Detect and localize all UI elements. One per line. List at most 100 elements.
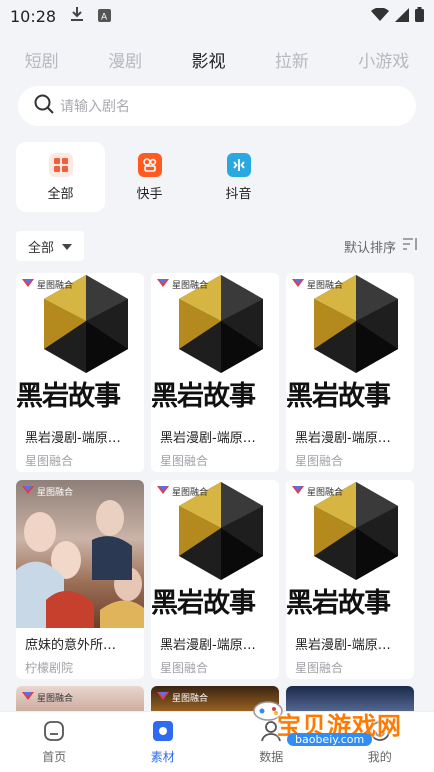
search-placeholder: 请输入剧名 <box>60 99 130 115</box>
card-cover: 星图融合 黑岩故事 <box>16 273 144 421</box>
content-card-peek[interactable] <box>286 686 414 714</box>
card-badge: 星图融合 <box>157 485 208 498</box>
platform-all-label: 全部 <box>47 186 74 202</box>
app-a-icon: A <box>98 7 112 26</box>
kuaishou-icon <box>137 152 162 177</box>
svg-text:A: A <box>101 12 108 22</box>
card-source: 星图融合 <box>25 454 74 468</box>
card-badge-label: 星图融合 <box>172 488 209 498</box>
category-tabs: 短剧 漫剧 影视 拉新 小游戏 <box>0 44 434 74</box>
status-time: 10:28 <box>10 6 57 26</box>
card-title: 黑岩漫剧-端原… <box>160 431 256 446</box>
card-cover: 星图融合 <box>16 480 144 628</box>
tab-film-tv[interactable]: 影视 <box>191 47 225 72</box>
card-badge-label: 星图融合 <box>307 281 344 291</box>
status-bar: 10:28 A <box>0 0 434 32</box>
caret-down-icon <box>62 239 73 254</box>
content-card[interactable]: 星图融合 黑岩故事 黑岩漫剧-端原… 星图融合 <box>286 273 414 472</box>
card-title: 黑岩漫剧-端原… <box>25 431 121 446</box>
card-badge: 星图融合 <box>157 691 208 704</box>
platform-all[interactable]: 全部 <box>16 142 105 212</box>
xingtu-logo-icon <box>22 486 34 497</box>
nav-home-label: 首页 <box>42 749 67 764</box>
search-bar[interactable]: 请输入剧名 <box>18 86 416 126</box>
bottom-nav: 首页 素材 数据 我的 <box>0 711 434 772</box>
card-title: 黑岩漫剧-端原… <box>295 638 391 653</box>
card-badge: 星图融合 <box>22 278 73 291</box>
tab-referral[interactable]: 拉新 <box>275 47 309 72</box>
xingtu-logo-icon <box>292 486 304 497</box>
card-title: 黑岩漫剧-端原… <box>295 431 391 446</box>
platform-kuaishou-label: 快手 <box>136 186 163 202</box>
card-source: 星图融合 <box>295 661 344 675</box>
xingtu-logo-icon <box>22 279 34 290</box>
home-icon <box>43 720 65 745</box>
card-cover-text: 黑岩故事 <box>151 381 256 412</box>
grid-icon <box>48 152 73 177</box>
sort-button[interactable]: 默认排序 <box>344 237 418 256</box>
search-icon <box>34 94 54 118</box>
nav-data[interactable]: 数据 <box>236 720 306 765</box>
content-card[interactable]: 星图融合 庶妹的意外所… 柠檬剧院 <box>16 480 144 679</box>
filter-label: 全部 <box>28 240 55 256</box>
nav-mine[interactable]: 我的 <box>345 720 415 765</box>
battery-icon <box>415 6 424 26</box>
drama-poster-image <box>16 500 144 628</box>
content-card-peek[interactable]: 星图融合 <box>151 686 279 714</box>
card-badge-label: 星图融合 <box>37 694 74 704</box>
wifi-icon <box>371 6 389 26</box>
platform-douyin[interactable]: 抖音 <box>194 142 283 212</box>
xingtu-logo-icon <box>22 692 34 703</box>
card-cover: 星图融合 黑岩故事 <box>151 273 279 421</box>
card-cover: 星图融合 黑岩故事 <box>151 480 279 628</box>
nav-home[interactable]: 首页 <box>19 720 89 765</box>
douyin-icon <box>226 152 251 177</box>
card-source: 柠檬剧院 <box>25 661 74 675</box>
xingtu-logo-icon <box>157 279 169 290</box>
card-cover-text: 黑岩故事 <box>286 381 391 412</box>
card-source: 星图融合 <box>160 454 209 468</box>
content-card[interactable]: 星图融合 黑岩故事 黑岩漫剧-端原… 星图融合 <box>16 273 144 472</box>
content-grid: 星图融合 黑岩故事 黑岩漫剧-端原… 星图融合 星图融合 黑岩故事 黑岩漫剧-端… <box>16 273 416 679</box>
card-cover: 星图融合 黑岩故事 <box>286 273 414 421</box>
platform-filter: 全部 快手 抖音 <box>16 142 416 212</box>
xingtu-logo-icon <box>292 279 304 290</box>
card-badge: 星图融合 <box>292 278 343 291</box>
card-badge: 星图融合 <box>22 485 73 498</box>
content-card[interactable]: 星图融合 黑岩故事 黑岩漫剧-端原… 星图融合 <box>151 273 279 472</box>
nav-mine-label: 我的 <box>367 749 392 764</box>
content-card-peek[interactable]: 星图融合 <box>16 686 144 714</box>
tab-mini-games[interactable]: 小游戏 <box>358 47 409 72</box>
card-title: 黑岩漫剧-端原… <box>160 638 256 653</box>
platform-douyin-label: 抖音 <box>225 186 252 202</box>
download-icon <box>70 6 84 26</box>
content-card[interactable]: 星图融合 黑岩故事 黑岩漫剧-端原… 星图融合 <box>151 480 279 679</box>
xingtu-logo-icon <box>157 486 169 497</box>
sort-icon <box>402 237 418 255</box>
card-badge-label: 星图融合 <box>172 281 209 291</box>
xingtu-logo-icon <box>157 692 169 703</box>
card-cover-text: 黑岩故事 <box>151 588 256 619</box>
card-source: 星图融合 <box>160 661 209 675</box>
platform-kuaishou[interactable]: 快手 <box>105 142 194 212</box>
materials-icon <box>152 720 174 745</box>
card-badge-label: 星图融合 <box>37 488 74 498</box>
card-badge-label: 星图融合 <box>172 694 209 704</box>
sort-label: 默认排序 <box>343 240 396 256</box>
card-badge: 星图融合 <box>292 485 343 498</box>
tab-short-drama[interactable]: 短剧 <box>25 47 59 72</box>
card-badge-label: 星图融合 <box>37 281 74 291</box>
user-icon <box>260 720 282 745</box>
content-card[interactable]: 星图融合 黑岩故事 黑岩漫剧-端原… 星图融合 <box>286 480 414 679</box>
next-row-peek: 星图融合 星图融合 <box>16 686 416 714</box>
filter-row: 全部 默认排序 <box>16 231 418 261</box>
profile-icon <box>369 720 391 745</box>
card-cover: 星图融合 黑岩故事 <box>286 480 414 628</box>
nav-data-label: 数据 <box>259 749 284 764</box>
filter-dropdown[interactable]: 全部 <box>16 231 85 261</box>
nav-materials[interactable]: 素材 <box>128 720 198 765</box>
tab-comic-drama[interactable]: 漫剧 <box>108 47 142 72</box>
card-cover-text: 黑岩故事 <box>16 381 121 412</box>
card-badge: 星图融合 <box>22 691 73 704</box>
card-cover-text: 黑岩故事 <box>286 588 391 619</box>
